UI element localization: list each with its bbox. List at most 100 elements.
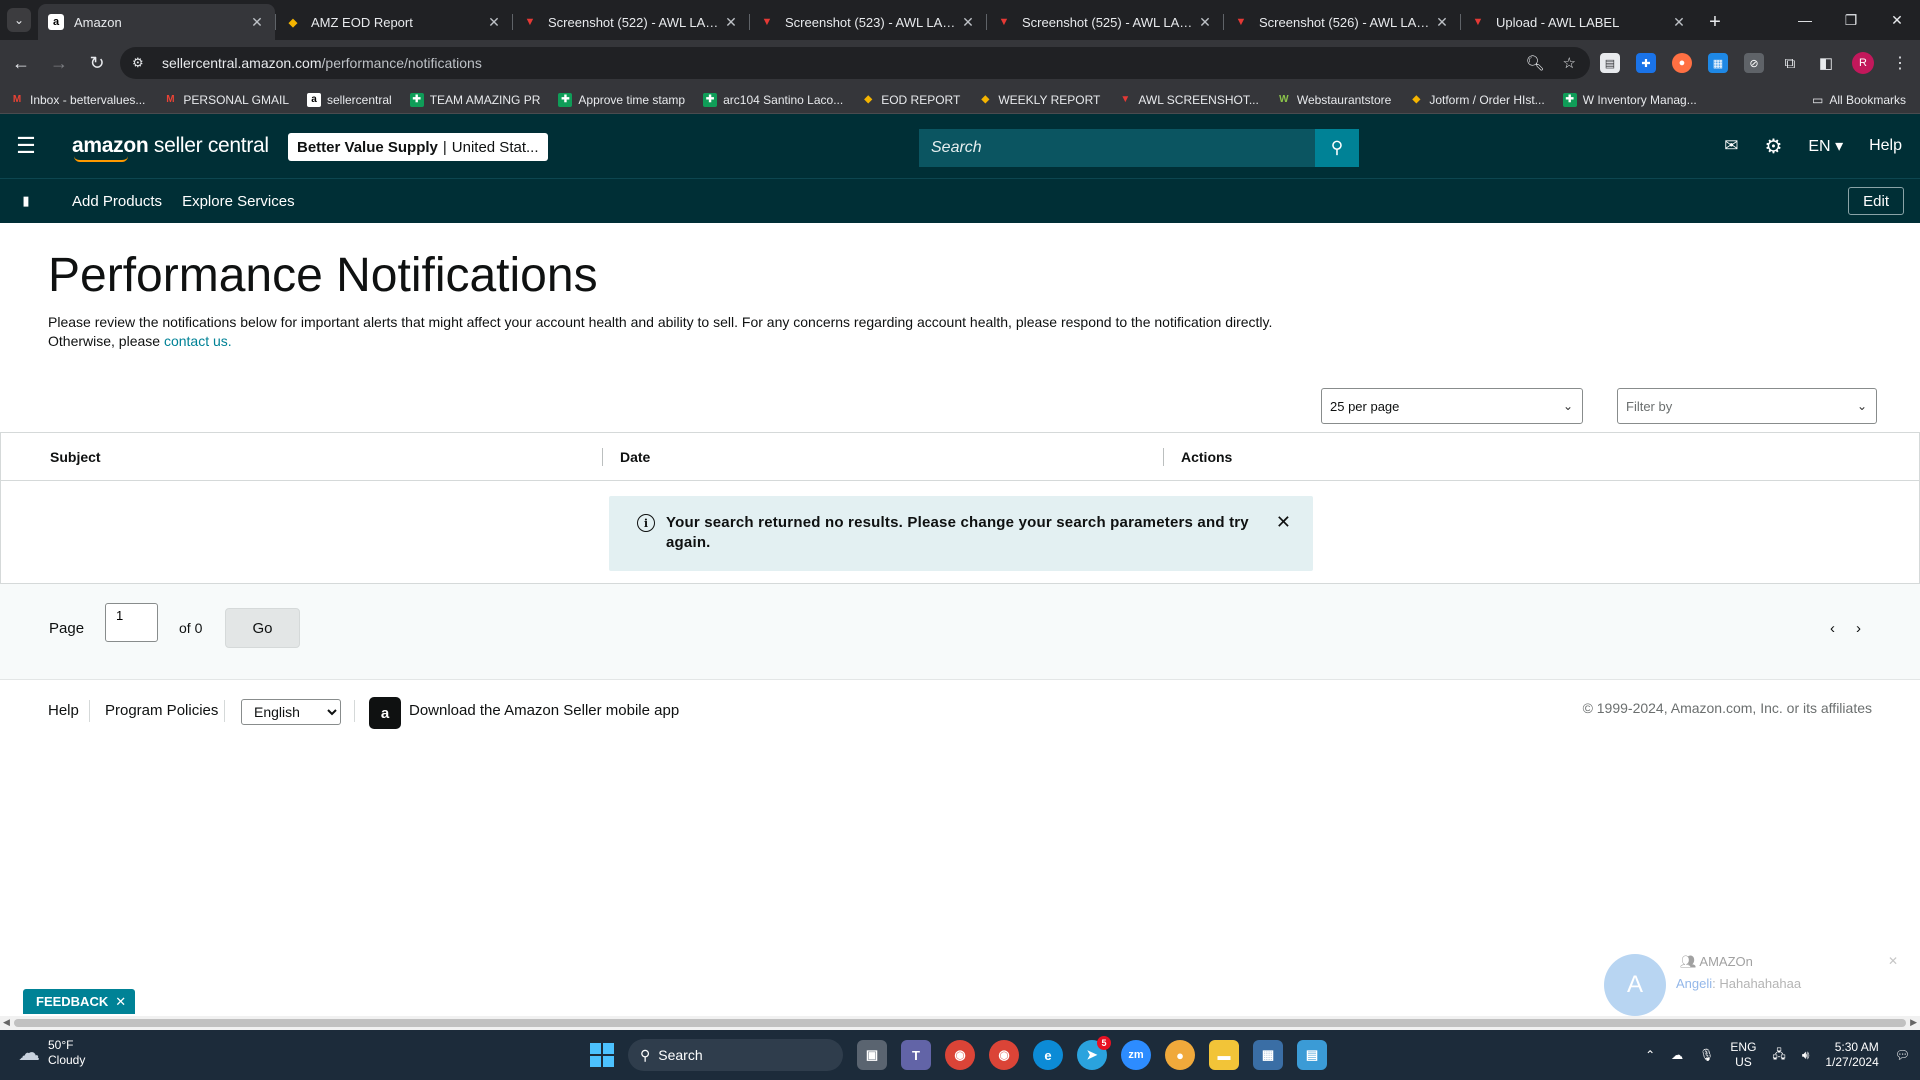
seller-central-logo[interactable]: amazon seller central [72, 134, 269, 162]
task-view-icon[interactable]: ▣ [857, 1040, 887, 1070]
extension-puzzle-blue-icon[interactable]: ✚ [1636, 53, 1656, 73]
gear-icon[interactable]: ⚙ [1764, 134, 1782, 159]
bookmark-personal-gmail[interactable]: M PERSONAL GMAIL [163, 93, 289, 107]
minimize-icon[interactable]: — [1782, 0, 1828, 40]
go-button[interactable]: Go [225, 608, 300, 648]
footer-help-link[interactable]: Help [48, 702, 79, 719]
tab-upload-awl[interactable]: ▼ Upload - AWL LABEL ✕ [1460, 4, 1697, 40]
tab-screenshot-523[interactable]: ▼ Screenshot (523) - AWL LABEL ✕ [749, 4, 986, 40]
address-bar[interactable]: ⚙ sellercentral.amazon.com/performance/n… [120, 47, 1590, 79]
footer-program-policies-link[interactable]: Program Policies [105, 702, 218, 719]
new-tab-button[interactable]: + [1697, 4, 1733, 40]
bookmark-team-amazing[interactable]: ✚ TEAM AMAZING PR [409, 92, 540, 107]
chevron-right-icon[interactable]: › [1856, 620, 1861, 637]
app-orange-icon[interactable]: ● [1165, 1040, 1195, 1070]
scroll-left-icon[interactable]: ◀ [3, 1017, 10, 1028]
close-tab-icon[interactable]: ✕ [486, 14, 502, 31]
chevron-left-icon[interactable]: ‹ [1830, 620, 1835, 637]
bookmark-awl-screenshot[interactable]: ▼ AWL SCREENSHOT... [1118, 93, 1258, 107]
scroll-right-icon[interactable]: ▶ [1910, 1017, 1917, 1028]
per-page-select[interactable]: 25 per page ⌄ [1321, 388, 1583, 424]
all-bookmarks[interactable]: ▭ All Bookmarks [1812, 86, 1906, 114]
bookmark-webstaurant[interactable]: W Webstaurantstore [1277, 93, 1391, 107]
network-icon[interactable]: 🖧︎ [1772, 1045, 1785, 1066]
file-explorer-icon[interactable]: ▬ [1209, 1040, 1239, 1070]
clock[interactable]: 5:30 AM 1/27/2024 [1825, 1040, 1878, 1070]
input-language[interactable]: ENG US [1730, 1040, 1756, 1070]
bookmark-jotform-order[interactable]: ◆ Jotform / Order HIst... [1409, 93, 1544, 107]
microphone-icon[interactable]: 🎙︎ [1699, 1048, 1714, 1062]
profile-avatar[interactable]: R [1852, 52, 1874, 74]
extension-orange-icon[interactable]: ● [1672, 53, 1692, 73]
bookmark-weekly-report[interactable]: ◆ WEEKLY REPORT [978, 93, 1100, 107]
cloud-off-icon[interactable]: ☁ [1671, 1048, 1683, 1062]
teams-icon[interactable]: T [901, 1040, 931, 1070]
close-icon[interactable]: ✕ [1276, 512, 1291, 533]
chevron-up-icon[interactable]: ⌃ [1645, 1048, 1655, 1062]
windows-start-icon[interactable] [590, 1043, 614, 1067]
nav-explore-services[interactable]: Explore Services [182, 193, 295, 210]
language-selector[interactable]: EN ▾ [1808, 136, 1843, 156]
close-icon[interactable]: ✕ [1888, 954, 1898, 968]
close-tab-icon[interactable]: ✕ [723, 14, 739, 31]
bookmark-icon[interactable]: ▮ [0, 193, 52, 209]
bookmark-inbox[interactable]: M Inbox - bettervalues... [10, 93, 146, 107]
notifications-icon[interactable]: 💬︎ [1895, 1048, 1910, 1062]
browser-menu-icon[interactable]: ⋮ [1890, 53, 1910, 73]
zoom-app-icon[interactable]: zm [1121, 1040, 1151, 1070]
horizontal-scrollbar[interactable]: ◀ ▶ [0, 1016, 1920, 1030]
search-input[interactable] [919, 129, 1315, 167]
help-link[interactable]: Help [1869, 137, 1902, 155]
close-tab-icon[interactable]: ✕ [1197, 14, 1213, 31]
tab-screenshot-525[interactable]: ▼ Screenshot (525) - AWL LABEL ✕ [986, 4, 1223, 40]
close-tab-icon[interactable]: ✕ [249, 14, 265, 31]
store-switcher[interactable]: Better Value Supply | United Stat... [288, 133, 548, 161]
close-icon[interactable]: ✕ [115, 994, 126, 1010]
notepad-icon[interactable]: ▤ [1297, 1040, 1327, 1070]
taskbar-search[interactable]: ⚲ Search [628, 1039, 843, 1071]
bookmark-inventory[interactable]: ✚ W Inventory Manag... [1562, 92, 1697, 107]
tab-amz-eod-report[interactable]: ◆ AMZ EOD Report ✕ [275, 4, 512, 40]
bookmark-sellercentral[interactable]: a sellercentral [307, 92, 392, 107]
restore-icon[interactable]: ❐ [1828, 0, 1874, 40]
telegram-icon[interactable]: ➤ 5 [1077, 1036, 1111, 1070]
forward-button[interactable]: → [42, 46, 76, 80]
chat-notification[interactable]: A 👥︎ AMAZOn Angeli: Hahahahahaa ✕ [1596, 946, 1906, 1018]
zoom-icon[interactable]: 🔍︎ [1526, 54, 1545, 72]
nav-add-products[interactable]: Add Products [72, 193, 162, 210]
search-button[interactable]: ⚲ [1315, 129, 1359, 167]
extension-chart-icon[interactable]: ▤ [1600, 53, 1620, 73]
seller-app-icon[interactable]: a [369, 697, 401, 729]
close-tab-icon[interactable]: ✕ [1434, 14, 1450, 31]
chrome-profile-icon[interactable]: ◉ [989, 1040, 1019, 1070]
close-tab-icon[interactable]: ✕ [1671, 14, 1687, 31]
scrollbar-thumb[interactable] [14, 1019, 1906, 1027]
side-panel-icon[interactable]: ◧ [1816, 53, 1836, 73]
site-info-icon[interactable]: ⚙ [132, 55, 156, 71]
page-number-input[interactable] [105, 603, 158, 642]
download-app-link[interactable]: Download the Amazon Seller mobile app [409, 702, 679, 719]
bookmark-approve-time[interactable]: ✚ Approve time stamp [558, 92, 685, 107]
extension-blue-icon[interactable]: ▦ [1708, 53, 1728, 73]
back-button[interactable]: ← [4, 46, 38, 80]
volume-icon[interactable]: 🔊︎ [1802, 1048, 1810, 1063]
contact-us-link[interactable]: contact us. [164, 333, 232, 349]
bookmark-eod-report[interactable]: ◆ EOD REPORT [861, 93, 960, 107]
bookmark-arc104[interactable]: ✚ arc104 Santino Laco... [703, 92, 843, 107]
close-window-icon[interactable]: ✕ [1874, 0, 1920, 40]
weather-widget[interactable]: ☁ 50°F Cloudy [18, 1038, 85, 1068]
extension-off-icon[interactable]: ⊘ [1744, 53, 1764, 73]
tab-search-button[interactable]: ⌄ [0, 0, 38, 40]
reload-button[interactable]: ↻ [80, 46, 114, 80]
chrome-icon[interactable]: ◉ [945, 1040, 975, 1070]
mail-icon[interactable]: ✉ [1724, 136, 1738, 156]
feedback-button[interactable]: FEEDBACK ✕ [23, 989, 136, 1014]
tab-screenshot-526[interactable]: ▼ Screenshot (526) - AWL LABEL ✕ [1223, 4, 1460, 40]
column-subject[interactable]: Subject [50, 433, 101, 481]
hamburger-menu-icon[interactable]: ☰ [0, 114, 52, 178]
close-tab-icon[interactable]: ✕ [960, 14, 976, 31]
tab-amazon[interactable]: a Amazon ✕ [38, 4, 275, 40]
extensions-icon[interactable]: ⧉ [1780, 53, 1800, 73]
tab-screenshot-522[interactable]: ▼ Screenshot (522) - AWL LABEL ✕ [512, 4, 749, 40]
edge-icon[interactable]: e [1033, 1040, 1063, 1070]
